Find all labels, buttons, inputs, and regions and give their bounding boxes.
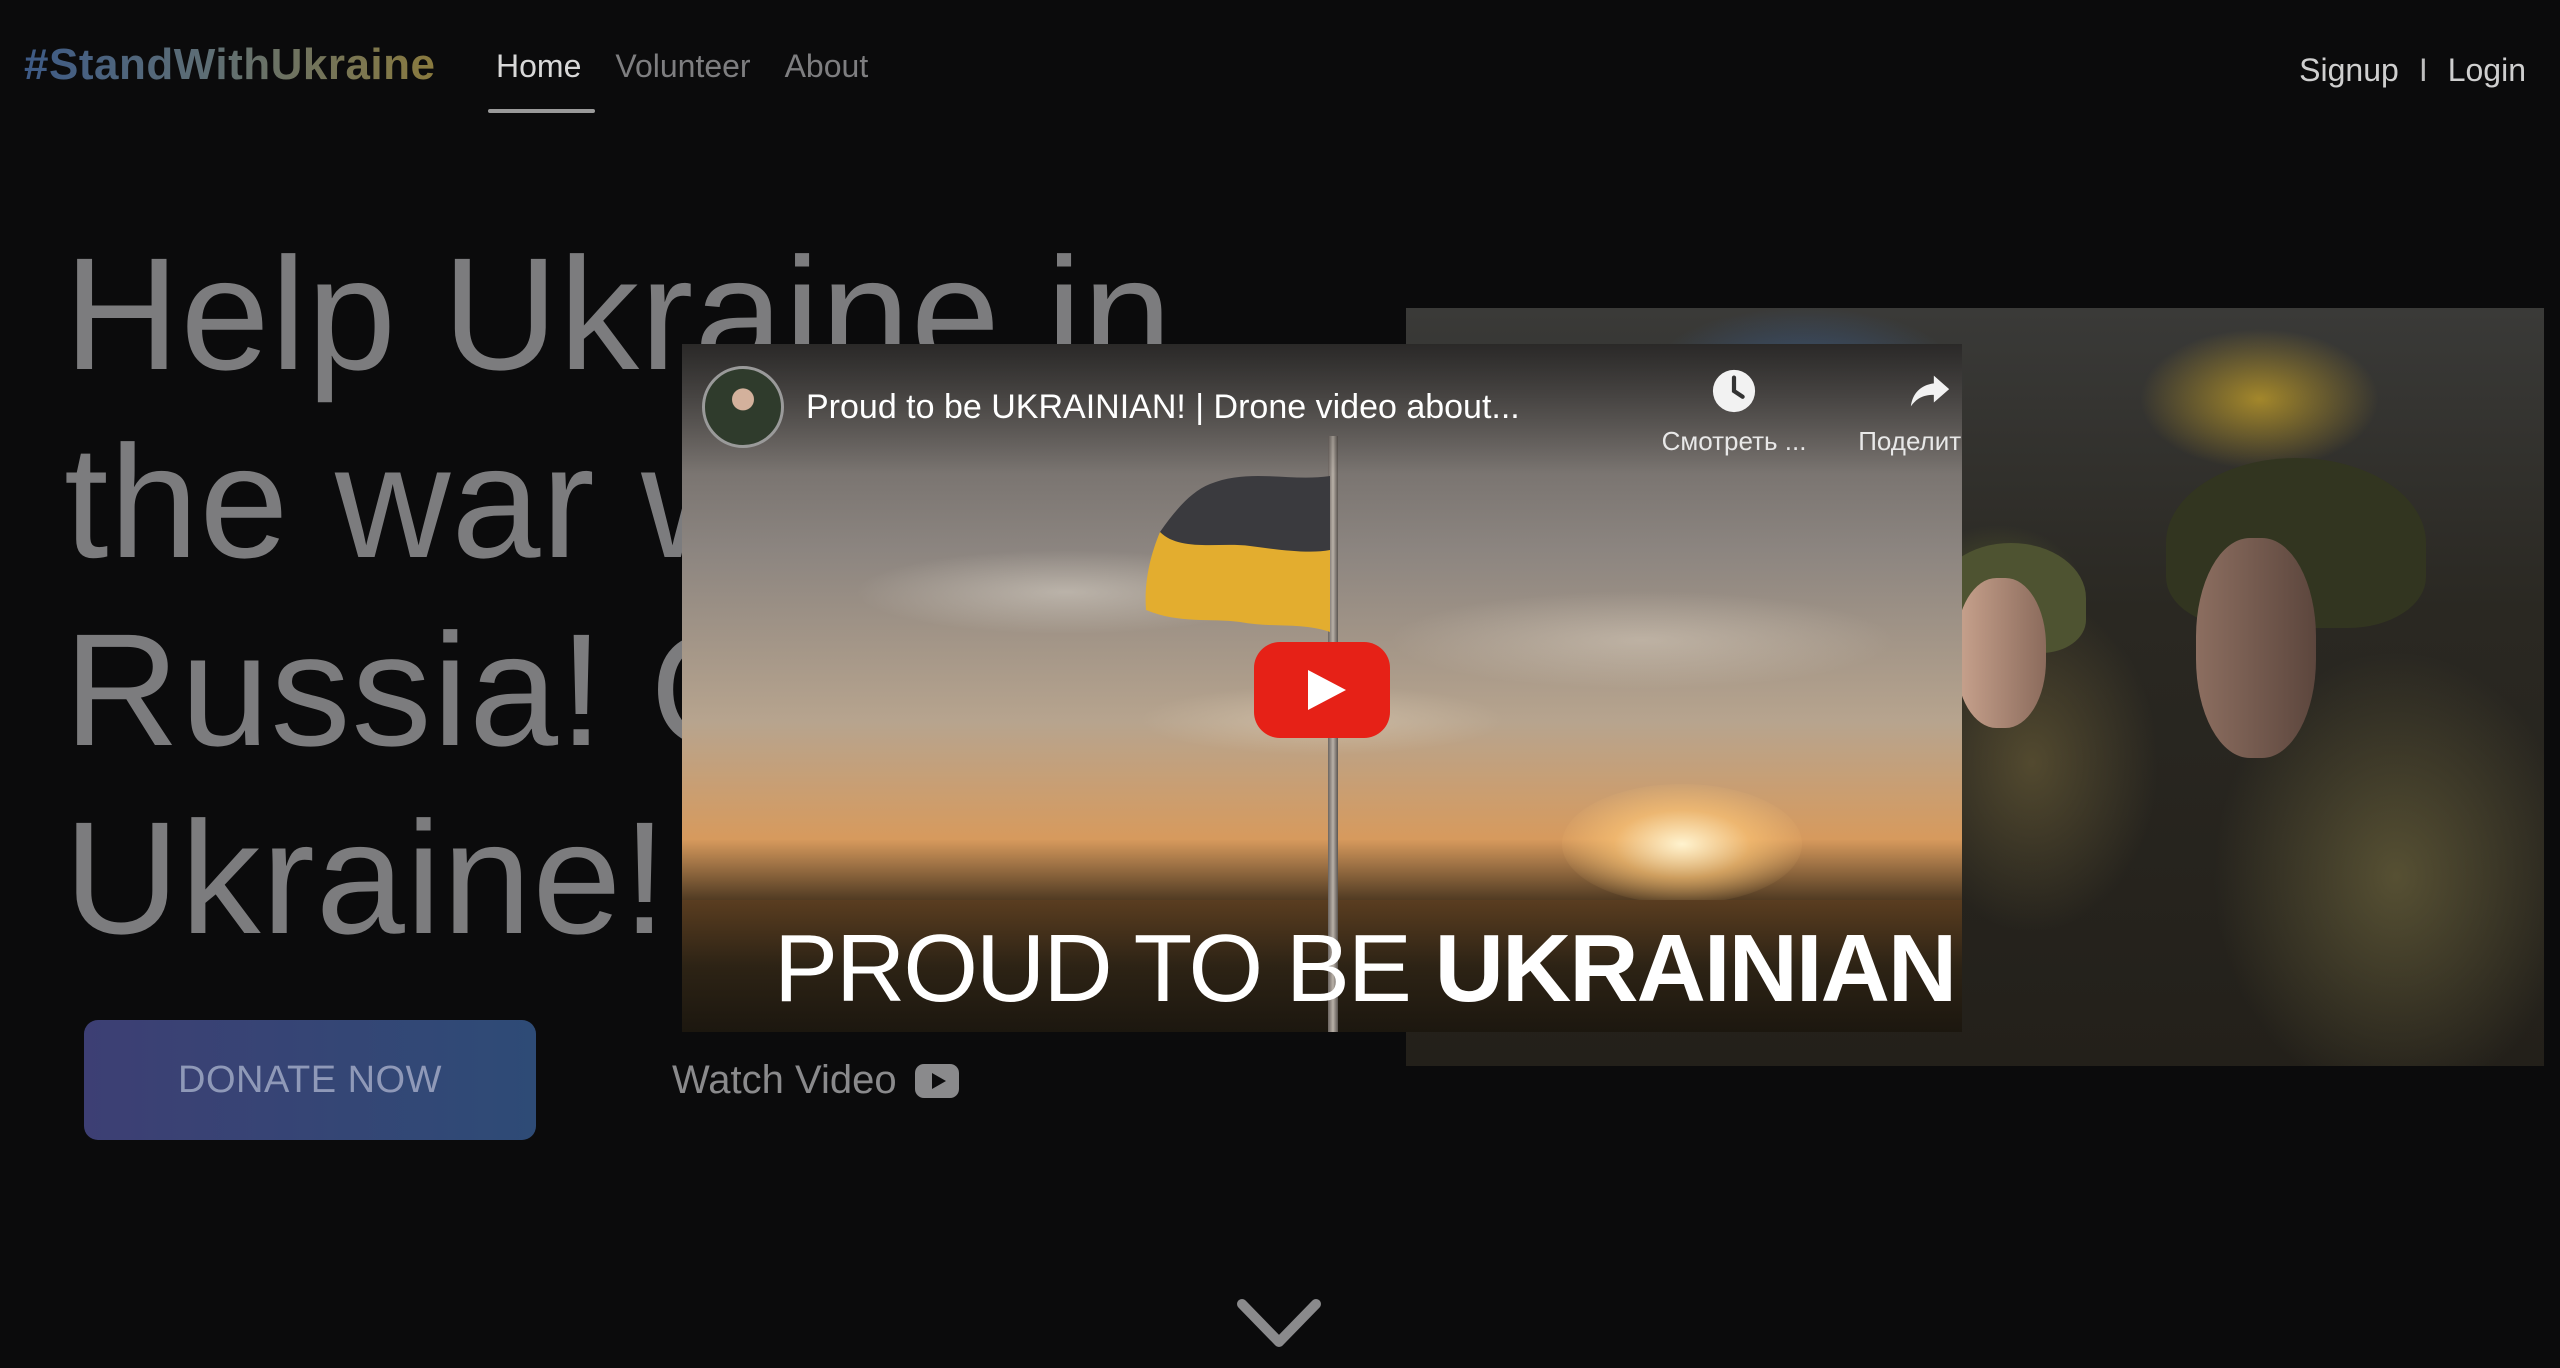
login-link[interactable]: Login xyxy=(2448,52,2526,89)
ukraine-flag-icon xyxy=(1145,476,1330,632)
share-icon xyxy=(1910,375,1950,407)
nav-links: Home Volunteer About xyxy=(487,48,869,113)
video-title[interactable]: Proud to be UKRAINIAN! | Drone video abo… xyxy=(806,388,1566,427)
watch-later-button[interactable]: Смотреть ... xyxy=(1644,368,1824,457)
photo-detail xyxy=(2196,538,2316,758)
nav-volunteer[interactable]: Volunteer xyxy=(615,48,750,113)
video-sun xyxy=(1562,784,1802,904)
caption-light: PROUD TO BE xyxy=(774,915,1435,1022)
youtube-icon xyxy=(914,1063,959,1098)
auth-links: Signup I Login xyxy=(2299,52,2526,89)
watch-video-label: Watch Video xyxy=(672,1058,897,1102)
channel-avatar[interactable] xyxy=(702,366,784,448)
top-nav: #StandWithUkraine Home Volunteer About S… xyxy=(0,0,2560,120)
youtube-embed[interactable]: Proud to be UKRAINIAN! | Drone video abo… xyxy=(682,344,1962,1032)
signup-link[interactable]: Signup xyxy=(2299,52,2399,89)
share-button[interactable]: Поделиться xyxy=(1840,368,1962,457)
clock-icon xyxy=(1712,369,1756,413)
nav-home[interactable]: Home xyxy=(487,48,596,113)
chevron-down-icon[interactable] xyxy=(1236,1296,1322,1352)
photo-detail xyxy=(1956,578,2046,728)
donate-button[interactable]: DONATE NOW xyxy=(84,1020,536,1140)
auth-separator: I xyxy=(2418,52,2428,88)
site-logo[interactable]: #StandWithUkraine xyxy=(24,40,436,90)
share-label: Поделиться xyxy=(1858,426,1962,456)
caption-bold: UKRAINIAN! xyxy=(1434,915,1962,1022)
watch-later-label: Смотреть ... xyxy=(1661,426,1807,456)
watch-video-link[interactable]: Watch Video xyxy=(672,1058,959,1103)
nav-about[interactable]: About xyxy=(785,48,869,113)
play-button[interactable] xyxy=(1254,642,1390,738)
video-caption: PROUD TO BE UKRAINIAN! xyxy=(774,914,1962,1024)
